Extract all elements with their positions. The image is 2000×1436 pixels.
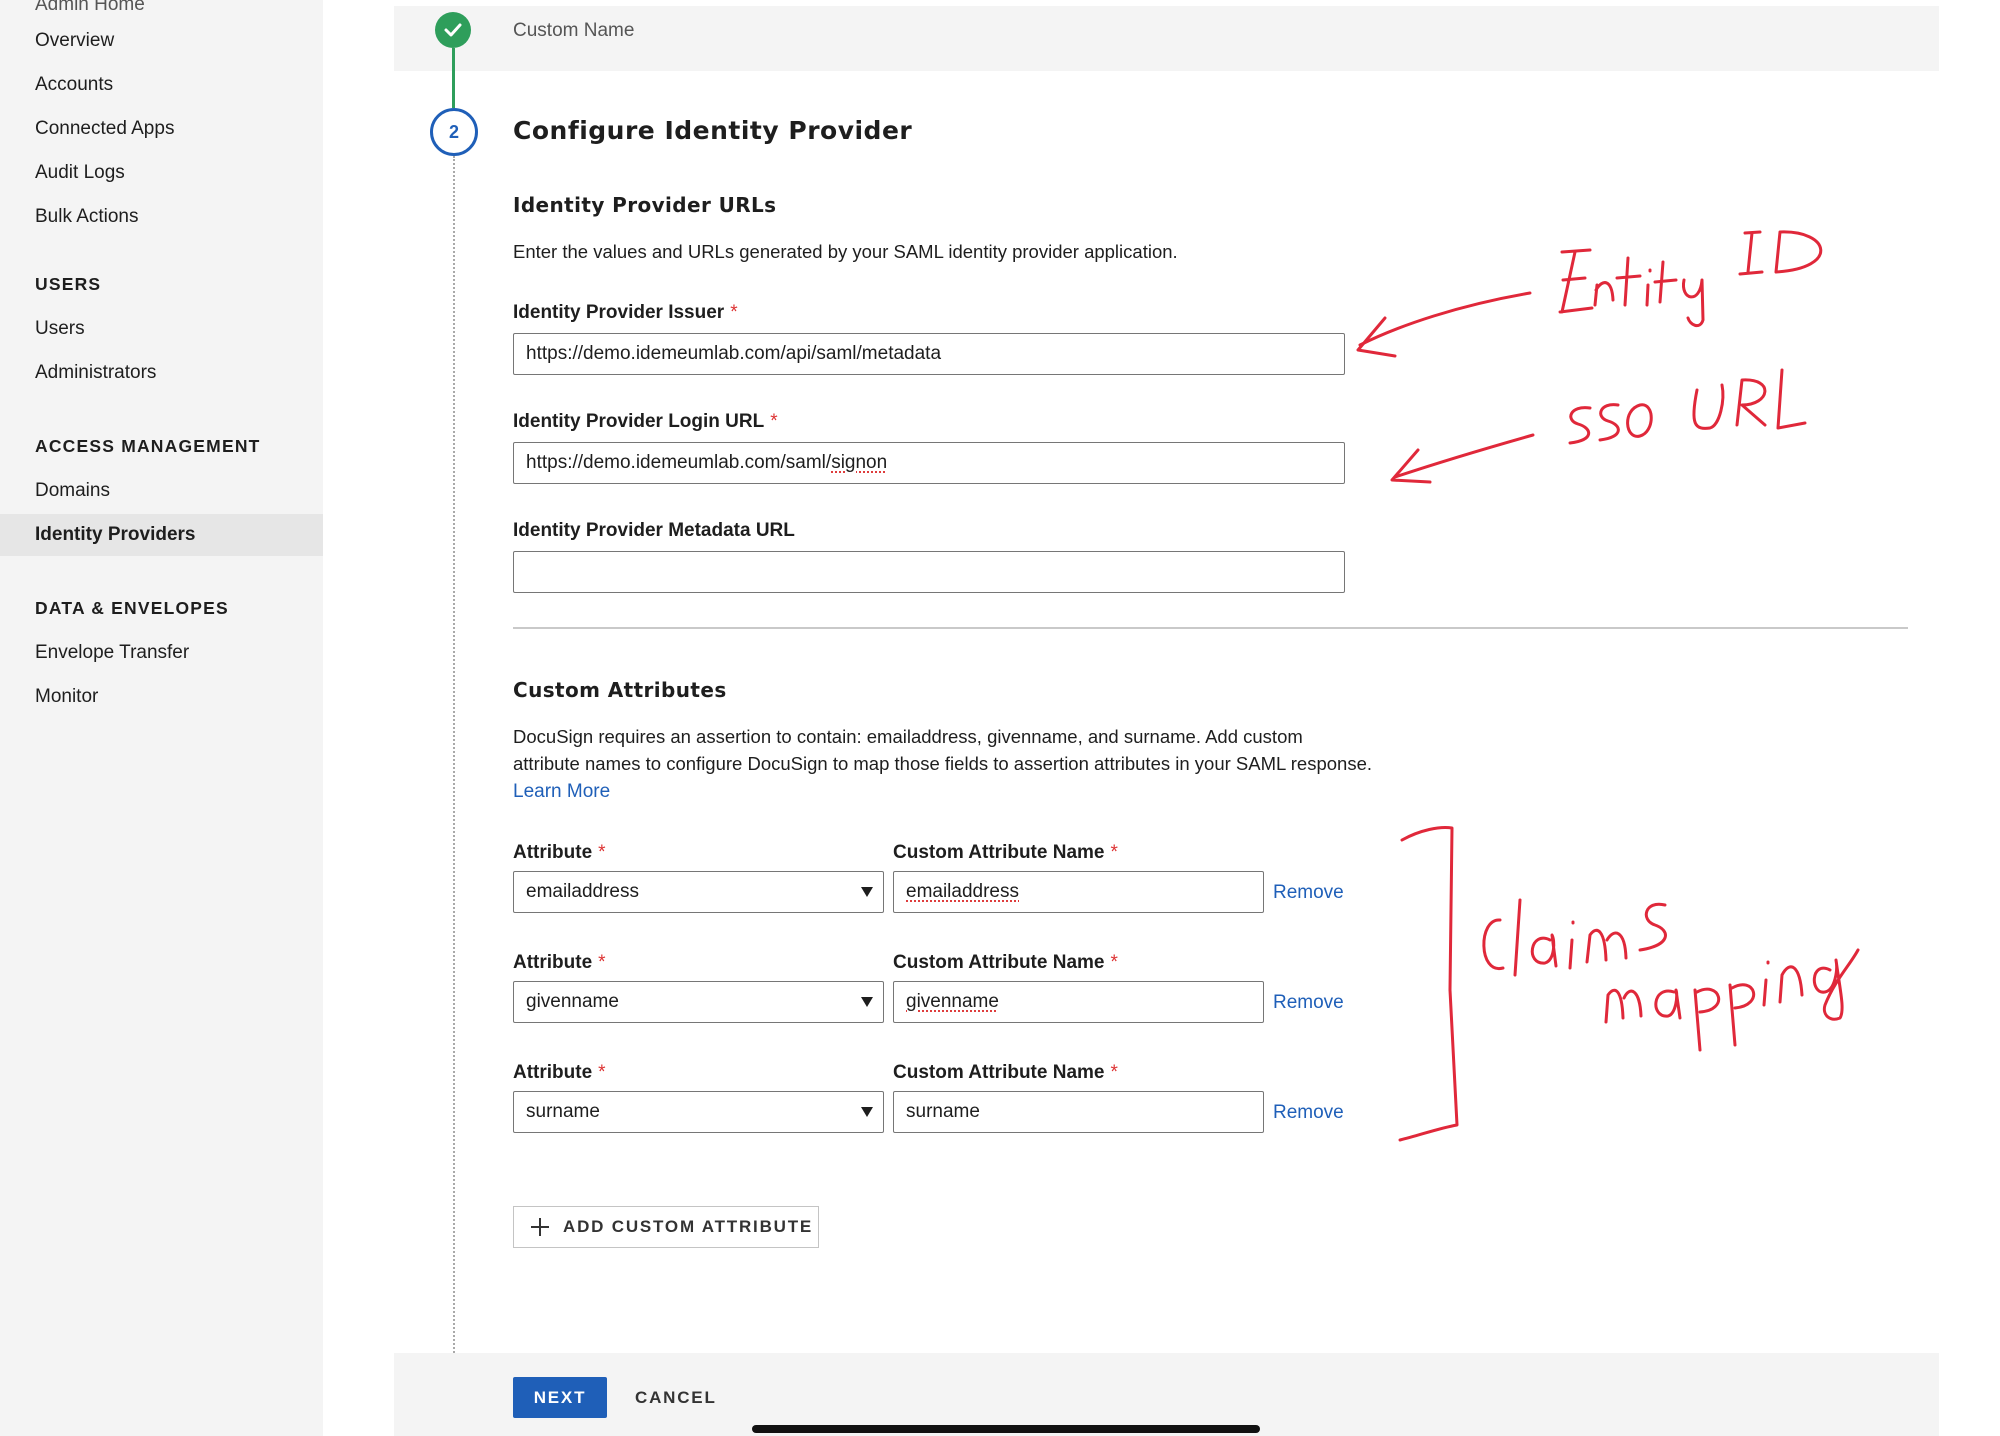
step-2-indicator: 2 [430, 108, 478, 156]
step-connector-complete [452, 48, 455, 108]
sidebar-item-identity-providers[interactable]: Identity Providers [0, 514, 323, 556]
handwriting-mapping [1693, 987, 1721, 1052]
handwriting-id [1738, 230, 1764, 276]
handwriting-entity [1558, 248, 1594, 314]
handwriting-claims [1482, 918, 1505, 970]
handwriting-entity [1682, 278, 1705, 328]
handwriting-claims [1585, 928, 1628, 964]
custom-name-label: Custom Attribute Name * [893, 1062, 1118, 1083]
sidebar-item-domains[interactable]: Domains [0, 470, 323, 512]
check-icon [444, 23, 462, 37]
sidebar-item-overview[interactable]: Overview [0, 20, 323, 62]
sidebar-item-connected-apps[interactable]: Connected Apps [0, 108, 323, 150]
attribute-select[interactable]: givenname [513, 981, 884, 1023]
next-button[interactable]: NEXT [513, 1377, 607, 1418]
handwriting-mapping [1728, 983, 1756, 1047]
handwriting-claims [1530, 933, 1558, 968]
handwriting-entity [1645, 268, 1652, 307]
login-url-label: Identity Provider Login URL * [513, 411, 778, 432]
handwriting-claims [1568, 920, 1575, 970]
caret-down-icon [861, 997, 873, 1007]
caret-down-icon [861, 1107, 873, 1117]
sidebar-item-audit-logs[interactable]: Audit Logs [0, 152, 323, 194]
handwriting-entity [1593, 281, 1615, 307]
section-title-urls: Identity Provider URLs [513, 193, 777, 217]
handwriting-claims [1513, 898, 1522, 977]
handwriting-id [1774, 230, 1823, 274]
issuer-label: Identity Provider Issuer * [513, 302, 738, 323]
handwriting-sso [1598, 403, 1620, 442]
attributes-description: DocuSign requires an assertion to contai… [513, 726, 1372, 802]
handwriting-url [1692, 383, 1725, 430]
handwriting-mapping [1604, 988, 1643, 1024]
plus-icon [531, 1218, 549, 1236]
handwriting-claims [1638, 902, 1667, 952]
handwriting-entity [1653, 260, 1678, 304]
sidebar-section-data-envelopes: DATA & ENVELOPES [35, 598, 229, 618]
metadata-url-label: Identity Provider Metadata URL [513, 520, 795, 541]
footer-bar [394, 1353, 1939, 1436]
attribute-select[interactable]: emailaddress [513, 871, 884, 913]
custom-attribute-input[interactable]: givenname [893, 981, 1264, 1023]
sidebar-item-administrators[interactable]: Administrators [0, 352, 323, 394]
bracket [1398, 826, 1459, 1142]
attribute-select[interactable]: surname [513, 1091, 884, 1133]
urls-description: Enter the values and URLs generated by y… [513, 241, 1178, 262]
handwriting-mapping [1654, 988, 1682, 1020]
handwriting-mapping [1812, 948, 1860, 1021]
handwriting-entity [1615, 256, 1642, 307]
sidebar: Admin Home Overview Accounts Connected A… [0, 0, 323, 1436]
sidebar-item-users[interactable]: Users [0, 308, 323, 350]
metadata-url-input[interactable] [513, 551, 1345, 593]
remove-link[interactable]: Remove [1273, 992, 1344, 1014]
arrow-1-shaft [1358, 291, 1532, 347]
sidebar-item-envelope-transfer[interactable]: Envelope Transfer [0, 632, 323, 674]
login-url-prefix: https://demo.idemeumlab.com/saml/ [526, 452, 832, 473]
attribute-label: Attribute * [513, 1062, 606, 1083]
remove-link[interactable]: Remove [1273, 1102, 1344, 1124]
step-connector-pending [453, 156, 455, 1436]
attribute-label: Attribute * [513, 952, 606, 973]
caret-down-icon [861, 887, 873, 897]
handwriting-sso [1568, 406, 1592, 445]
attribute-label: Attribute * [513, 842, 606, 863]
custom-attribute-input[interactable]: emailaddress [893, 871, 1264, 913]
sidebar-item-bulk-actions[interactable]: Bulk Actions [0, 196, 323, 238]
arrow-1-head [1356, 316, 1397, 358]
custom-name-label: Custom Attribute Name * [893, 842, 1118, 863]
custom-name-label: Custom Attribute Name * [893, 952, 1118, 973]
custom-attribute-input[interactable]: surname [893, 1091, 1264, 1133]
cancel-button[interactable]: CANCEL [635, 1377, 717, 1418]
learn-more-link[interactable]: Learn More [513, 781, 610, 802]
sidebar-section-users: USERS [35, 274, 102, 294]
section-divider [513, 627, 1908, 629]
page-title: Configure Identity Provider [513, 116, 913, 145]
issuer-input[interactable]: https://demo.idemeumlab.com/api/saml/met… [513, 333, 1345, 375]
handwriting-url [1735, 378, 1767, 427]
handwriting-sso [1626, 403, 1653, 438]
step-1-title[interactable]: Custom Name [513, 20, 634, 42]
add-custom-attribute-button[interactable]: ADD CUSTOM ATTRIBUTE [513, 1206, 819, 1248]
login-url-input[interactable]: https://demo.idemeumlab.com/saml/signon [513, 442, 1345, 484]
home-indicator [752, 1425, 1260, 1433]
handwriting-mapping [1762, 960, 1770, 1007]
login-url-suffix: signon [831, 452, 888, 473]
arrow-2-head [1390, 448, 1432, 484]
sidebar-item-accounts[interactable]: Accounts [0, 64, 323, 106]
handwriting-mapping [1778, 965, 1804, 1004]
sidebar-item-monitor[interactable]: Monitor [0, 676, 323, 718]
section-title-custom-attributes: Custom Attributes [513, 678, 727, 702]
handwriting-url [1776, 368, 1807, 430]
arrow-2-shaft [1393, 433, 1535, 479]
step-1-complete-icon [435, 12, 471, 48]
remove-link[interactable]: Remove [1273, 882, 1344, 904]
sidebar-section-access-management: ACCESS MANAGEMENT [35, 436, 261, 456]
